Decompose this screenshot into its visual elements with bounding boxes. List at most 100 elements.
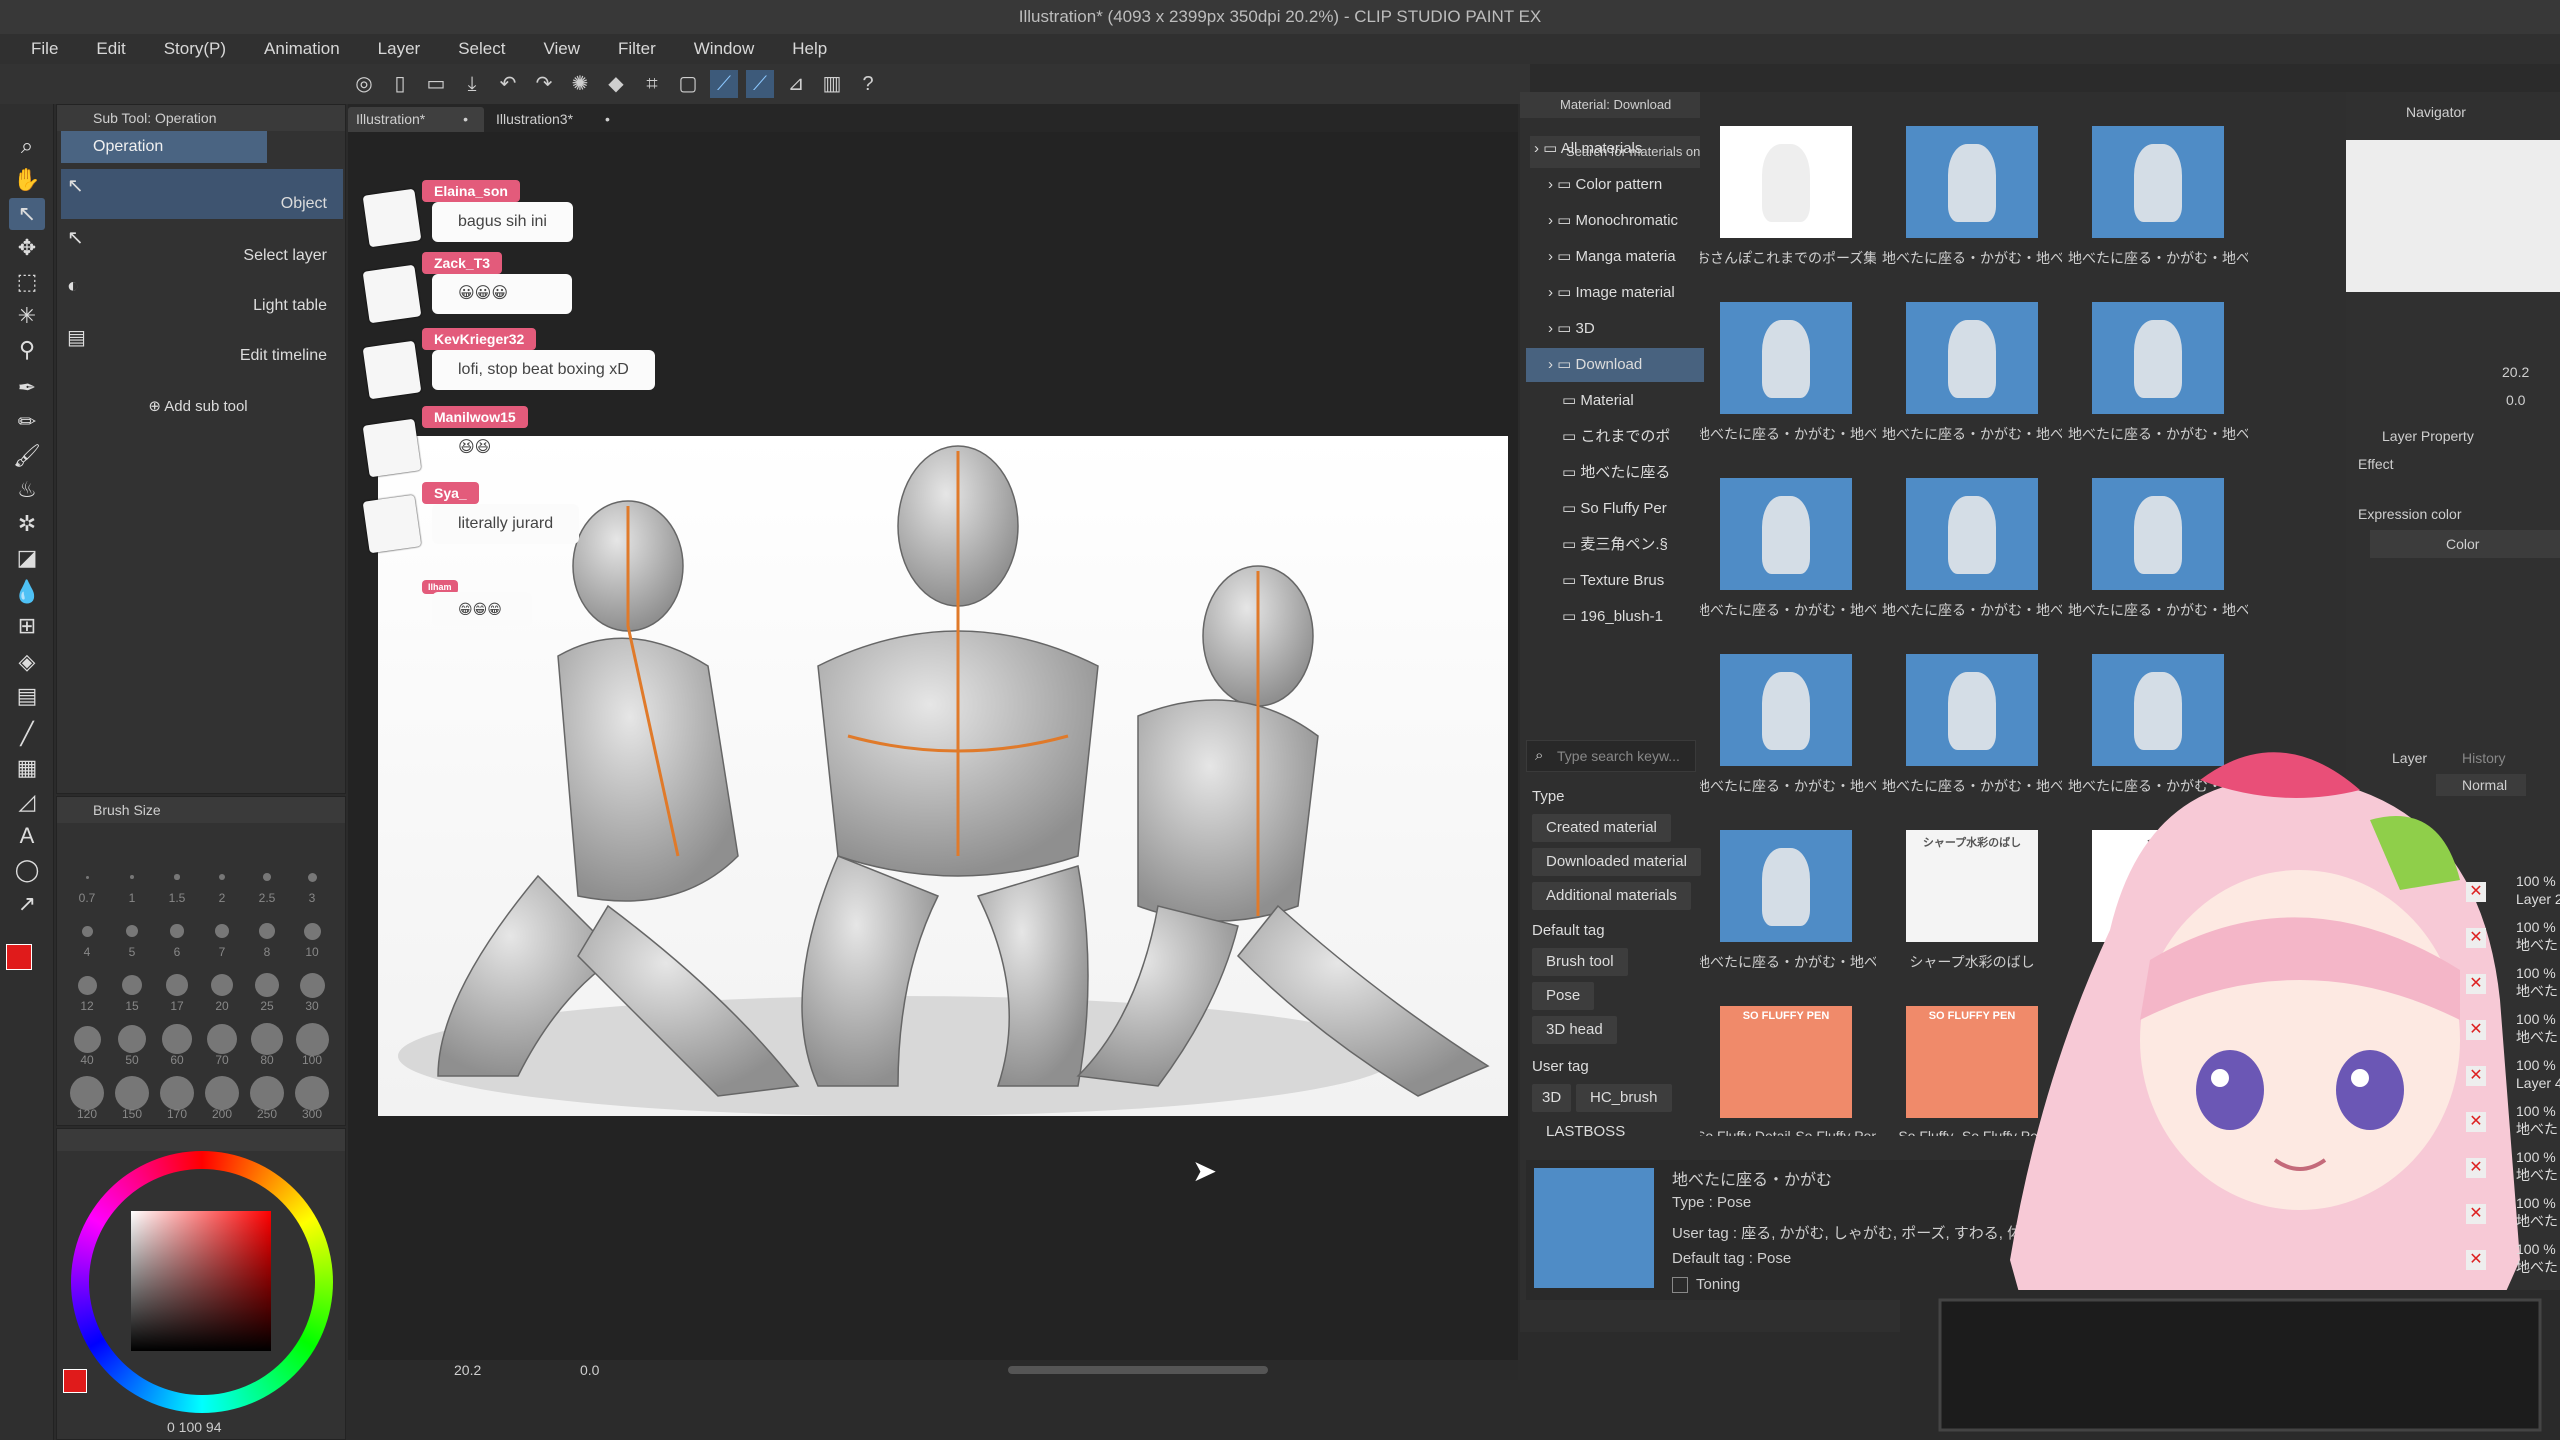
subtool-select-layer[interactable]: ↖ Select layer <box>61 221 343 271</box>
subtool-object[interactable]: ↖ Object <box>61 169 343 219</box>
current-color-swatch[interactable] <box>63 1369 87 1393</box>
fill-tool-icon[interactable]: ◈ <box>9 646 45 678</box>
frame-icon[interactable]: ▦ <box>9 752 45 784</box>
subtool-edit-timeline[interactable]: ▤ Edit timeline <box>61 321 343 371</box>
brush-size-cell[interactable]: 150 <box>112 1073 152 1121</box>
material-tree-item[interactable]: ▭ これまでのポ <box>1526 420 1704 454</box>
material-tree-item[interactable]: ▭ Material <box>1526 384 1704 418</box>
brush-size-cell[interactable]: 5 <box>112 911 152 959</box>
menu-animation[interactable]: Animation <box>245 34 359 64</box>
angle-value[interactable]: 0.0 <box>580 1362 599 1378</box>
clear-icon[interactable]: ✺ <box>566 70 594 98</box>
brush-size-cell[interactable]: 60 <box>157 1019 197 1067</box>
3d-head-tag[interactable]: 3D head <box>1532 1016 1617 1044</box>
brush-size-cell[interactable]: 15 <box>112 965 152 1013</box>
color-button[interactable]: Color <box>2370 530 2560 558</box>
brush-icon[interactable]: 🖌 <box>9 440 45 472</box>
visibility-icon[interactable]: ✕ <box>2466 1020 2486 1040</box>
auto-select-icon[interactable]: ✳ <box>9 300 45 332</box>
material-thumbnail[interactable] <box>1906 302 2038 414</box>
tab-illustration3[interactable]: Illustration3* • <box>488 107 624 132</box>
brush-size-cell[interactable]: 1.5 <box>157 857 197 905</box>
correct-line-icon[interactable]: ↗ <box>9 888 45 920</box>
subtool-light-table[interactable]: ◐ Light table <box>61 271 343 321</box>
brush-size-cell[interactable]: 7 <box>202 911 242 959</box>
brush-size-cell[interactable]: 12 <box>67 965 107 1013</box>
material-thumbnail[interactable] <box>1906 126 2038 238</box>
save-icon[interactable]: ⤓ <box>458 70 486 98</box>
visibility-icon[interactable]: ✕ <box>2466 928 2486 948</box>
snap-grid-icon[interactable]: ⊿ <box>782 70 810 98</box>
open-folder-icon[interactable]: ▭ <box>422 70 450 98</box>
visibility-icon[interactable]: ✕ <box>2466 1112 2486 1132</box>
color-hue-ring[interactable] <box>71 1151 333 1413</box>
brush-size-cell[interactable]: 100 <box>292 1019 332 1067</box>
material-tree-item[interactable]: ▭ So Fluffy Per <box>1526 492 1704 526</box>
brush-size-cell[interactable]: 6 <box>157 911 197 959</box>
material-tree-item[interactable]: › ▭ All materials <box>1526 132 1704 166</box>
navigator-zoom[interactable]: 20.2 <box>2502 364 2529 380</box>
material-tree-item[interactable]: › ▭ Color pattern <box>1526 168 1704 202</box>
text-icon[interactable]: A <box>9 820 45 852</box>
visibility-icon[interactable]: ✕ <box>2466 1158 2486 1178</box>
help-icon[interactable]: ? <box>854 70 882 98</box>
material-tree-item[interactable]: › ▭ 3D <box>1526 312 1704 346</box>
material-tree-item[interactable]: › ▭ Download <box>1526 348 1704 382</box>
close-icon[interactable]: • <box>463 111 468 127</box>
ruler-icon[interactable]: ◿ <box>9 786 45 818</box>
brush-size-cell[interactable]: 30 <box>292 965 332 1013</box>
visibility-icon[interactable]: ✕ <box>2466 1250 2486 1270</box>
brush-size-cell[interactable]: 50 <box>112 1019 152 1067</box>
material-tree-item[interactable]: › ▭ Monochromatic <box>1526 204 1704 238</box>
layer-row[interactable]: ✕ 100 % 地べた <box>2430 964 2560 1008</box>
material-tree-item[interactable]: ▭ 地べたに座る <box>1526 456 1704 490</box>
menu-help[interactable]: Help <box>773 34 846 64</box>
operation-tool-icon[interactable]: ↖ <box>9 198 45 230</box>
layer-row[interactable]: ✕100 % NormalLayer 4 <box>2430 1056 2560 1100</box>
menu-file[interactable]: File <box>12 34 77 64</box>
material-tree-item[interactable]: ▭ Texture Brus <box>1526 564 1704 598</box>
layer-row[interactable]: ✕ 100 % 地べた <box>2430 1102 2560 1146</box>
airbrush-icon[interactable]: ♨ <box>9 474 45 506</box>
subtool-group-operation[interactable]: Operation <box>61 131 267 163</box>
brush-size-cell[interactable]: 17 <box>157 965 197 1013</box>
material-thumbnail[interactable]: SO FLUFFY PEN <box>1720 1006 1852 1118</box>
brush-size-cell[interactable]: 170 <box>157 1073 197 1121</box>
visibility-icon[interactable]: ✕ <box>2466 882 2486 902</box>
redo-icon[interactable]: ↷ <box>530 70 558 98</box>
created-material-button[interactable]: Created material <box>1532 814 1671 842</box>
menu-layer[interactable]: Layer <box>359 34 440 64</box>
brush-size-cell[interactable]: 20 <box>202 965 242 1013</box>
menu-select[interactable]: Select <box>439 34 524 64</box>
layer-row[interactable]: ✕ 100 % 地べた <box>2430 918 2560 962</box>
layer-row[interactable]: ✕ 100 % 地べた <box>2430 1148 2560 1192</box>
layer-row[interactable]: ✕100 % NormalLayer 2 <box>2430 872 2560 916</box>
material-thumbnail[interactable] <box>1906 478 2038 590</box>
brush-size-cell[interactable]: 2 <box>202 857 242 905</box>
visibility-icon[interactable]: ✕ <box>2466 1204 2486 1224</box>
material-thumbnail[interactable] <box>2092 302 2224 414</box>
close-icon[interactable]: • <box>605 111 610 127</box>
pose-tag[interactable]: Pose <box>1532 982 1595 1010</box>
figure-icon[interactable]: ⊞ <box>9 610 45 642</box>
new-file-icon[interactable]: ▯ <box>386 70 414 98</box>
brush-size-cell[interactable]: 300 <box>292 1073 332 1121</box>
undo-icon[interactable]: ↶ <box>494 70 522 98</box>
brush-size-cell[interactable]: 1 <box>112 857 152 905</box>
menu-filter[interactable]: Filter <box>599 34 675 64</box>
brush-size-cell[interactable]: 25 <box>247 965 287 1013</box>
brush-size-cell[interactable]: 200 <box>202 1073 242 1121</box>
hc-brush-user-tag[interactable]: HC_brush <box>1576 1084 1672 1112</box>
brush-size-cell[interactable]: 3 <box>292 857 332 905</box>
deselect-icon[interactable]: ▢ <box>674 70 702 98</box>
material-search-input[interactable]: ⌕ Type search keyw... <box>1526 740 1696 772</box>
selection-tool-icon[interactable]: ⬚ <box>9 266 45 298</box>
material-tree-item[interactable]: ▭ 196_blush-1 <box>1526 600 1704 634</box>
main-color-swatch[interactable] <box>6 944 32 970</box>
snap-ruler-icon[interactable]: ⟋ <box>710 70 738 98</box>
material-thumbnail[interactable] <box>1720 830 1852 942</box>
hand-tool-icon[interactable]: ✋ <box>9 164 45 196</box>
eyedropper-icon[interactable]: ⚲ <box>9 334 45 366</box>
menu-story[interactable]: Story(P) <box>145 34 245 64</box>
brush-size-cell[interactable]: 8 <box>247 911 287 959</box>
